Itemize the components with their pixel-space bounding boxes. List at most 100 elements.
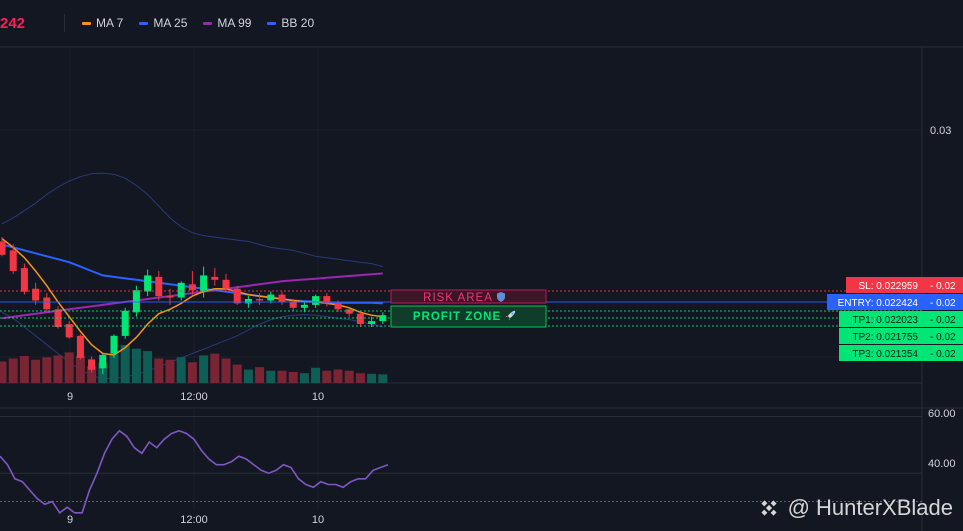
volume-bar: [64, 352, 74, 383]
candle-body: [121, 310, 129, 336]
rsi-line: [0, 429, 389, 514]
candle-body: [9, 250, 17, 271]
level-price-labels: SL: 0.022959 - 0.02 ENTRY: 0.022424 - 0.02 T…: [827, 277, 963, 361]
risk-area-box[interactable]: [390, 289, 547, 304]
profit-zone-box[interactable]: [390, 305, 547, 328]
volume-bar: [378, 374, 388, 383]
legend-swatch: [139, 21, 149, 25]
candle-body: [356, 313, 364, 324]
legend-divider: [64, 14, 65, 32]
level-tag-value: - 0.02: [930, 315, 956, 326]
ma25-line: [1, 243, 383, 305]
level-tag-value: - 0.02: [930, 298, 956, 309]
candle-body: [155, 276, 163, 297]
volume-bar: [109, 353, 119, 383]
volume-bar: [98, 362, 108, 383]
level-tag: [827, 294, 963, 310]
ma7-line: [1, 238, 383, 356]
volume-bar: [311, 367, 321, 383]
volume-bar: [333, 369, 343, 383]
volume-bar: [210, 353, 220, 383]
chart-page: 242 MA 7 MA 25 MA 99 BB 20 RISK AREA PRO…: [0, 0, 963, 531]
rsi-axis-label: 40.00: [928, 458, 956, 470]
level-tag: [839, 328, 963, 344]
volume-bar: [31, 359, 41, 383]
time-axis-label: 9: [67, 391, 73, 403]
level-tag: [839, 345, 963, 361]
grid-lines: [0, 46, 963, 531]
volume-bar: [120, 345, 130, 383]
time-axis-label: 12:00: [180, 514, 208, 526]
candle-body: [110, 335, 118, 354]
time-axis-label: 12:00: [180, 391, 208, 403]
volume-bar: [199, 355, 209, 383]
watermark: @ HunterXBlade: [756, 495, 953, 521]
candle-body: [88, 359, 96, 370]
volume-bar: [355, 373, 365, 383]
trade-zones: RISK AREA PROFIT ZONE: [390, 289, 547, 328]
volume-bar: [221, 358, 231, 383]
watermark-text: @ HunterXBlade: [787, 495, 953, 520]
bollinger-bands: [1, 172, 383, 380]
candle-body: [244, 299, 252, 304]
candle-body: [99, 355, 107, 369]
candle-body: [334, 303, 342, 310]
rsi-axis-label: 60.00: [928, 408, 956, 420]
rocket-icon: [505, 310, 516, 321]
level-tag-label: SL: 0.022959: [859, 281, 919, 292]
legend-item-bb20[interactable]: BB 20: [267, 16, 314, 30]
legend-item-ma99[interactable]: MA 99: [203, 16, 251, 30]
level-tag-label: ENTRY: 0.022424: [838, 298, 919, 309]
candle-body: [267, 294, 275, 301]
trade-levels: [0, 290, 922, 327]
candle-body: [345, 309, 353, 314]
candle-body: [300, 304, 308, 308]
volume-bar: [19, 356, 29, 383]
candle-body: [54, 309, 62, 327]
legend-swatch: [82, 21, 91, 25]
candle-body: [368, 321, 376, 324]
volume-bar: [277, 370, 287, 383]
candle-body: [188, 284, 196, 291]
profit-zone-label: PROFIT ZONE: [413, 311, 501, 323]
candle-body: [312, 296, 320, 305]
volume-bar: [344, 370, 354, 383]
level-tag-value: - 0.02: [930, 349, 956, 360]
volume-bar: [255, 367, 265, 383]
shield-icon: [497, 292, 505, 302]
price-axis-label: 0.03: [930, 125, 951, 137]
level-tag-label: TP2: 0.021755: [852, 332, 918, 343]
volume-bar: [232, 364, 242, 383]
legend-label: MA 7: [96, 16, 124, 30]
level-tag-value: - 0.02: [930, 332, 956, 343]
current-price-fragment: 242: [0, 15, 26, 32]
legend-item-ma25[interactable]: MA 25: [139, 16, 187, 30]
candle-body: [200, 275, 208, 292]
candle-body: [0, 241, 6, 255]
time-axis-label: 10: [312, 391, 324, 403]
candle-body: [144, 275, 152, 292]
volume-bar: [299, 373, 309, 383]
candle-body: [211, 276, 219, 280]
volume-bar: [176, 357, 186, 383]
time-axis-label: 9: [67, 514, 73, 526]
candle-body: [76, 335, 84, 358]
level-tag-label: TP1: 0.022023: [852, 315, 918, 326]
price-chart[interactable]: RISK AREA PROFIT ZONE 0.03 SL: 0.022959-…: [0, 0, 963, 531]
level-tag-value: - 0.02: [930, 281, 956, 292]
volume-bar: [322, 370, 332, 383]
volume-bar: [367, 373, 377, 383]
legend-item-ma7[interactable]: MA 7: [82, 16, 123, 30]
moving-averages: [1, 238, 383, 356]
time-axis-label: 10: [312, 514, 324, 526]
candle-body: [166, 296, 174, 298]
volume-bar: [243, 369, 253, 383]
volume-bar: [187, 362, 197, 383]
volume-bars: [0, 345, 388, 383]
volume-bar: [131, 348, 141, 383]
volume-bar: [8, 358, 18, 383]
volume-bar: [53, 355, 63, 383]
volume-bar: [0, 361, 7, 383]
candle-body: [43, 297, 51, 310]
candle-body: [256, 299, 264, 301]
